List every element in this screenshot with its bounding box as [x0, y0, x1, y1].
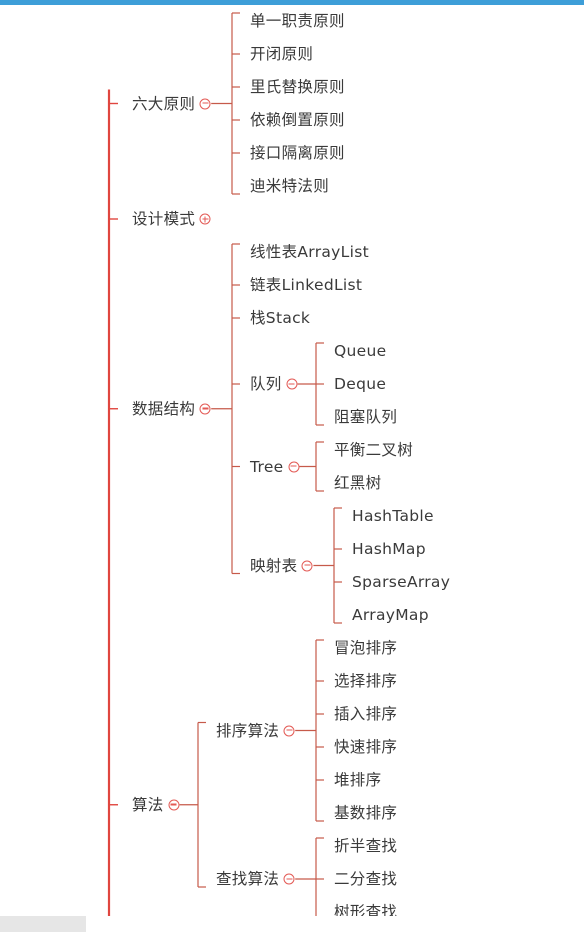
node-2-链表LinkedList[interactable]: 链表LinkedList — [250, 275, 362, 295]
node-3-红黑树[interactable]: 红黑树 — [334, 473, 381, 493]
node-2-排序算法[interactable]: 排序算法 — [216, 721, 279, 741]
expand-toggle-icon[interactable] — [199, 213, 211, 225]
mind-map-canvas: 六大原则 单一职责原则 开闭原则里氏替换原则 依赖倒置原则 接口隔离原则 迪米特法则设计模… — [0, 0, 584, 916]
node-2-线性表ArrayList[interactable]: 线性表ArrayList — [250, 242, 369, 262]
node-2-依赖倒置原则[interactable]: 依赖倒置原则 — [250, 110, 345, 130]
collapse-toggle-icon[interactable] — [283, 725, 295, 736]
node-3-阻塞队列[interactable]: 阻塞队列 — [334, 407, 397, 427]
collapse-toggle-icon[interactable] — [301, 560, 313, 571]
node-2-队列[interactable]: 队列 — [250, 374, 282, 394]
node-2-栈Stack[interactable]: 栈Stack — [250, 308, 310, 328]
node-3-树形查找[interactable]: 树形查找 — [334, 902, 397, 916]
node-1-数据结构[interactable]: 数据结构 — [132, 399, 195, 419]
node-3-HashTable[interactable]: HashTable — [352, 506, 434, 526]
node-2-Tree[interactable]: Tree — [250, 457, 284, 477]
collapse-toggle-icon[interactable] — [199, 403, 211, 415]
node-3-平衡二叉树[interactable]: 平衡二叉树 — [334, 440, 413, 460]
node-1-算法[interactable]: 算法 — [132, 795, 164, 815]
node-3-SparseArray[interactable]: SparseArray — [352, 572, 450, 592]
horizontal-scrollbar[interactable] — [0, 916, 86, 932]
collapse-toggle-icon[interactable] — [283, 873, 295, 885]
mind-map-connectors — [107, 12, 342, 916]
collapse-toggle-icon[interactable] — [199, 98, 211, 109]
node-3-选择排序[interactable]: 选择排序 — [334, 671, 397, 691]
collapse-toggle-icon[interactable] — [286, 378, 298, 390]
node-3-Deque[interactable]: Deque — [334, 374, 386, 394]
node-2-迪米特法则[interactable]: 迪米特法则 — [250, 176, 329, 196]
node-2-接口隔离原则[interactable]: 接口隔离原则 — [250, 143, 345, 163]
node-2-里氏替换原则[interactable]: 里氏替换原则 — [250, 77, 345, 97]
node-3-HashMap[interactable]: HashMap — [352, 539, 426, 559]
node-3-插入排序[interactable]: 插入排序 — [334, 704, 397, 724]
collapse-toggle-icon[interactable] — [288, 461, 299, 472]
node-3-Queue[interactable]: Queue — [334, 341, 386, 361]
node-3-快速排序[interactable]: 快速排序 — [334, 737, 397, 757]
collapse-toggle-icon[interactable] — [168, 799, 180, 811]
node-3-折半查找[interactable]: 折半查找 — [334, 836, 397, 856]
node-1-六大原则[interactable]: 六大原则 — [132, 94, 195, 114]
node-3-冒泡排序[interactable]: 冒泡排序 — [334, 638, 397, 658]
node-3-二分查找[interactable]: 二分查找 — [334, 869, 397, 889]
node-2-映射表[interactable]: 映射表 — [250, 556, 297, 576]
node-1-设计模式[interactable]: 设计模式 — [132, 209, 195, 229]
node-2-查找算法[interactable]: 查找算法 — [216, 869, 279, 889]
node-3-ArrayMap[interactable]: ArrayMap — [352, 605, 429, 625]
node-3-堆排序[interactable]: 堆排序 — [334, 770, 381, 790]
node-2-单一职责原则[interactable]: 单一职责原则 — [250, 11, 345, 31]
node-3-基数排序[interactable]: 基数排序 — [334, 803, 397, 823]
node-2-开闭原则[interactable]: 开闭原则 — [250, 44, 313, 64]
